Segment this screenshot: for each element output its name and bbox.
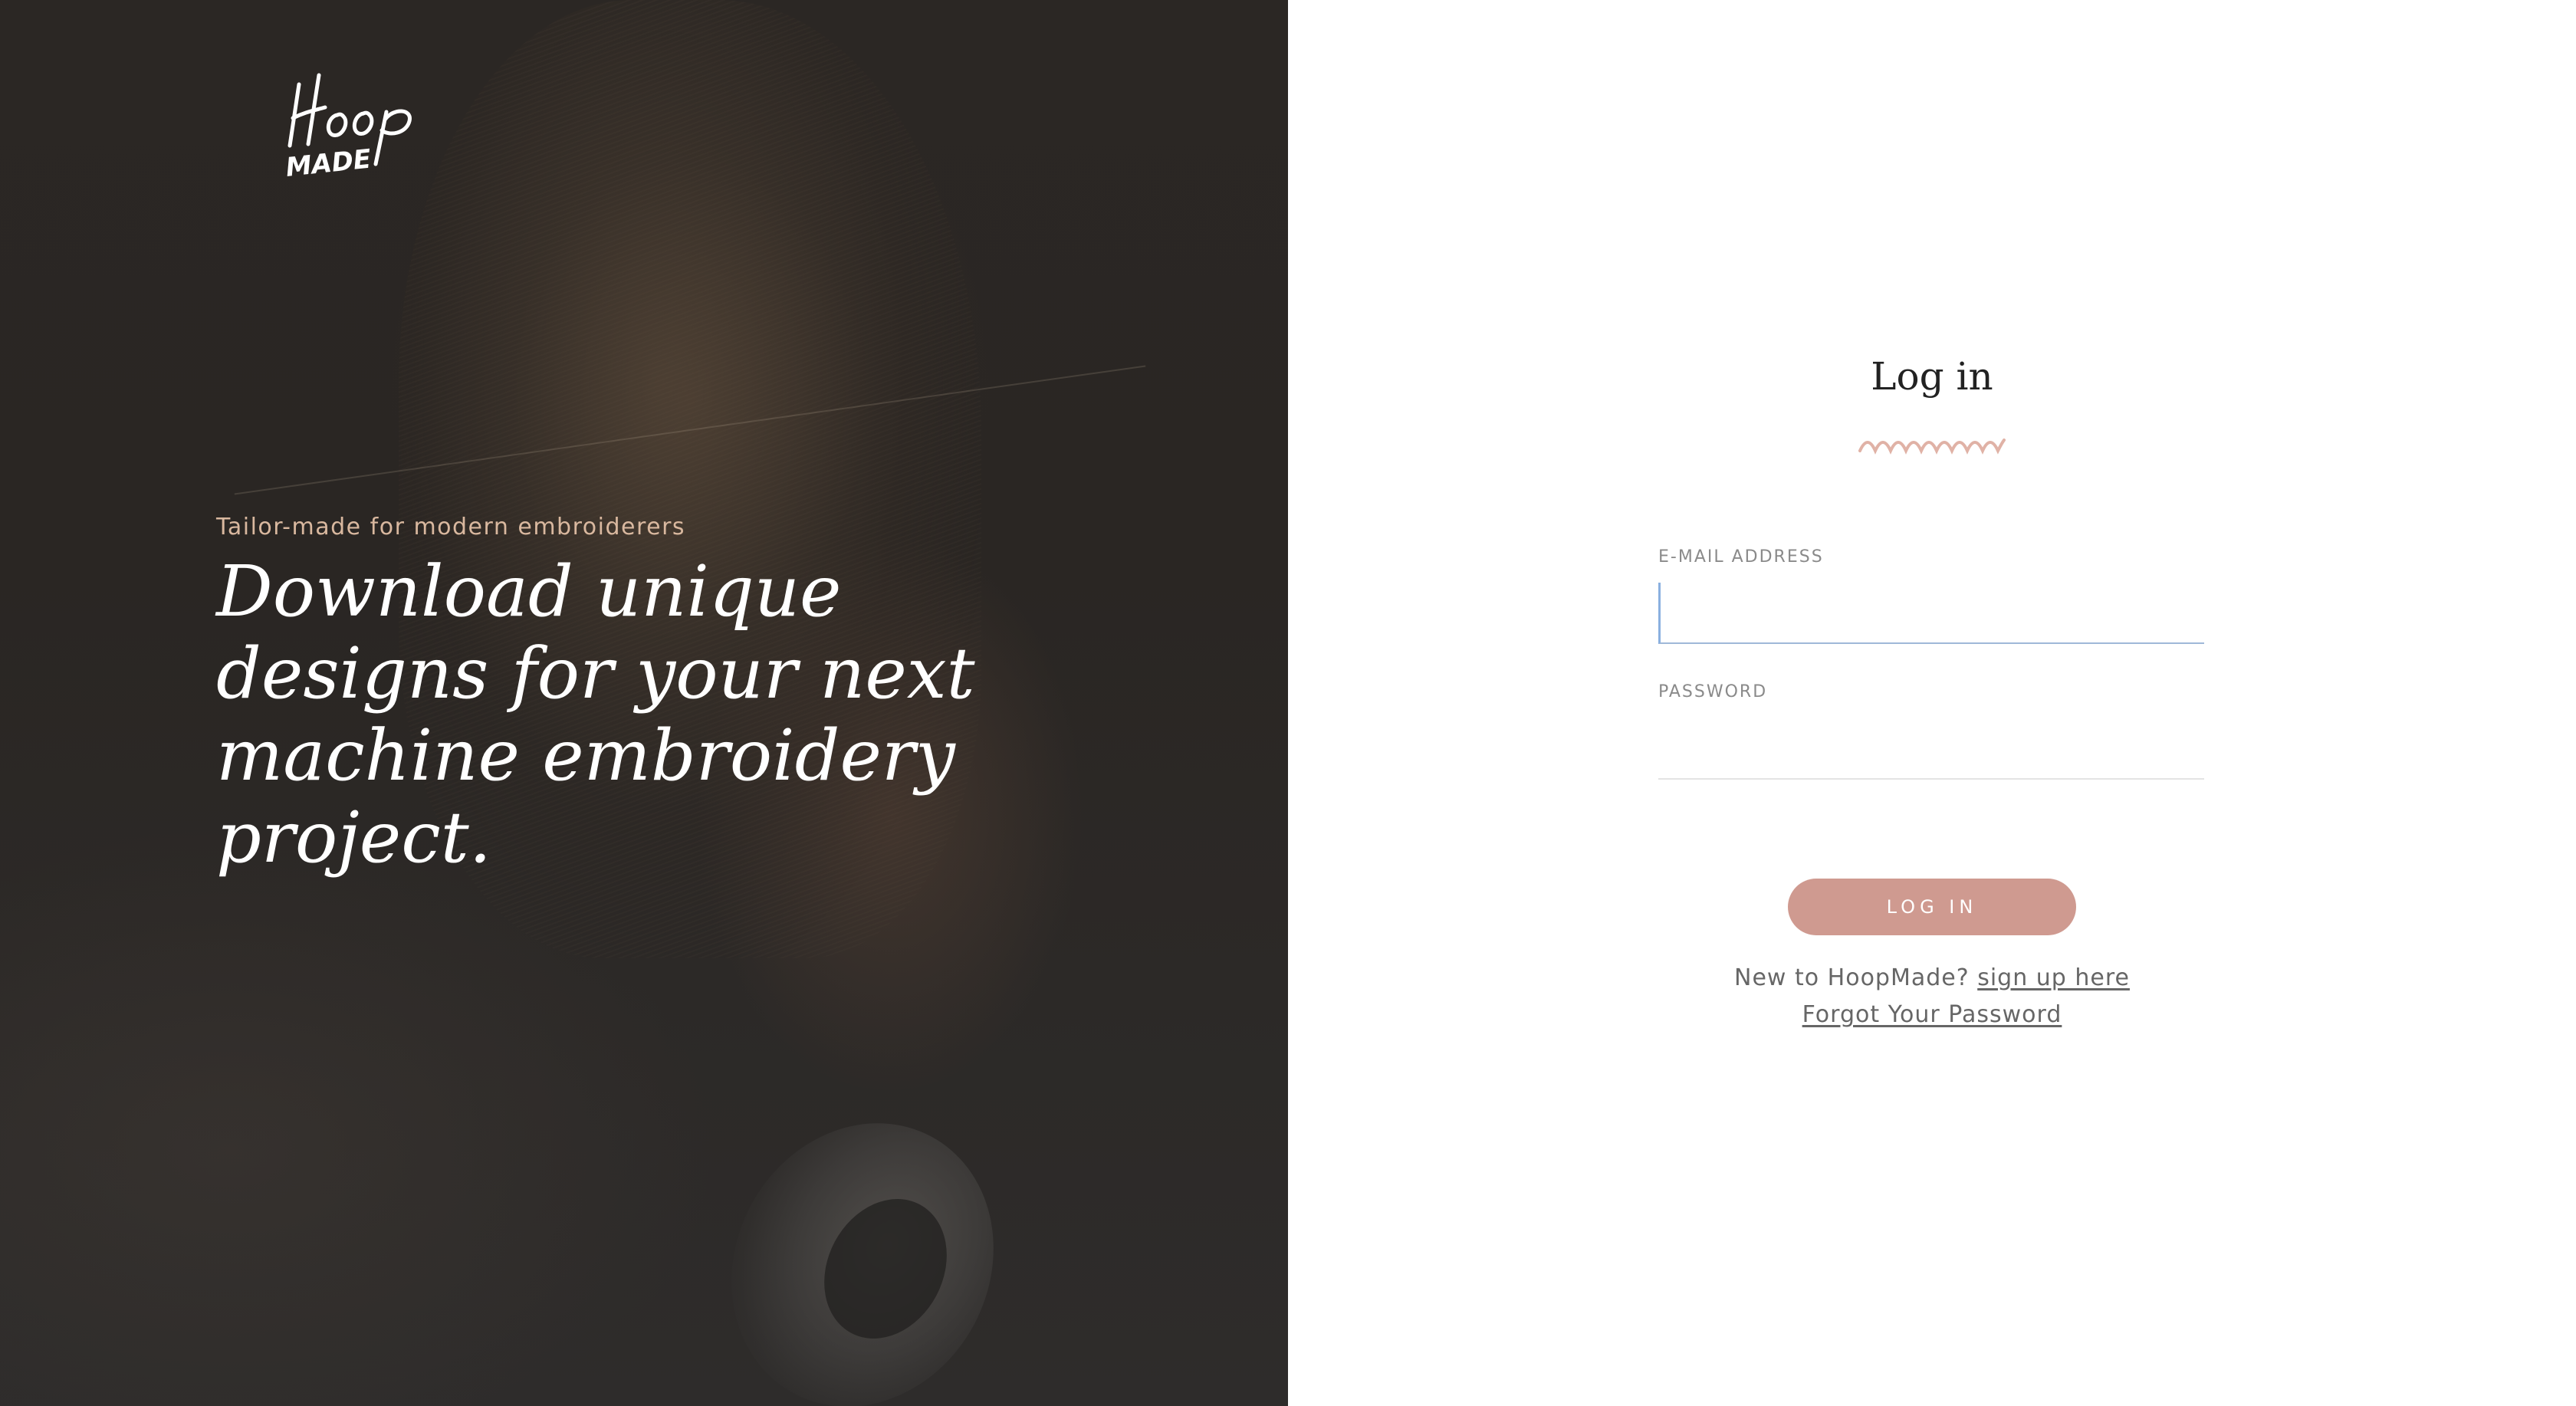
squiggle-divider-icon xyxy=(1858,439,2006,455)
forgot-row: Forgot Your Password xyxy=(1288,1001,2576,1028)
email-label: E-MAIL ADDRESS xyxy=(1658,547,1824,567)
page-title: Log in xyxy=(1871,354,1993,399)
login-form-panel: Log in E-MAIL ADDRESS PASSWORD LOG IN Ne… xyxy=(1288,0,2576,1406)
forgot-password-link[interactable]: Forgot Your Password xyxy=(1802,1001,2062,1028)
logo-wordmark-made: MADE xyxy=(284,144,373,183)
password-field[interactable] xyxy=(1658,718,2204,780)
password-label: PASSWORD xyxy=(1658,682,1768,701)
hero-tagline: Tailor-made for modern embroiderers xyxy=(216,514,686,540)
login-page: MADE Tailor-made for modern embroiderers… xyxy=(0,0,2576,1406)
signup-prompt: New to HoopMade? xyxy=(1734,964,1978,991)
login-button[interactable]: LOG IN xyxy=(1788,879,2076,935)
signup-link[interactable]: sign up here xyxy=(1977,964,2130,991)
hero-panel: MADE Tailor-made for modern embroiderers… xyxy=(0,0,1288,1406)
signup-row: New to HoopMade? sign up here xyxy=(1288,964,2576,991)
hero-headline: Download unique designs for your next ma… xyxy=(216,550,975,879)
email-field[interactable] xyxy=(1658,583,2204,644)
logo-mark: MADE xyxy=(284,73,412,183)
hoopmade-logo[interactable]: MADE xyxy=(282,69,443,184)
